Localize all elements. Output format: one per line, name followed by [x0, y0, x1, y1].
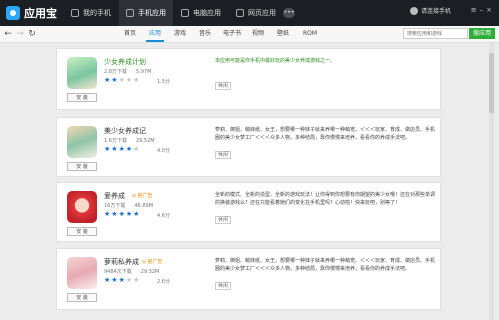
rating-stars: ★★★★★: [104, 276, 140, 284]
app-icon[interactable]: [67, 191, 97, 223]
app-size: 29.32M: [140, 269, 160, 275]
subtab-music[interactable]: 音乐: [199, 26, 211, 42]
star-icon: ★: [133, 210, 141, 218]
rating-stars: ★★★★★: [104, 76, 140, 84]
app-stats: 2.8万下载 5.97M: [104, 68, 160, 75]
rating-score: 2.6分: [157, 279, 170, 285]
app-stats: 16万下载 46.89M: [104, 202, 162, 209]
app-description: 全新的模式、全新的造型、全新的游戏玩法！让你得到你想要有你期望的美少女哦！还在对…: [215, 192, 436, 206]
subtab-home[interactable]: 首页: [124, 26, 136, 42]
star-icon: ★: [118, 210, 126, 218]
app-card[interactable]: 安 装 萝莉私养成 官广告 9484次下载 29.32M ★★★★★ 2.6分 萝…: [56, 248, 441, 310]
logo-text: 应用宝: [24, 7, 57, 20]
tab-label: 我的手机: [83, 9, 111, 17]
app-icon[interactable]: [67, 257, 97, 289]
refresh-icon[interactable]: ↻: [26, 28, 38, 40]
app-size: 5.97M: [135, 69, 152, 75]
ad-badge: 官广告: [132, 192, 152, 199]
rating-stars: ★★★★★: [104, 210, 140, 218]
app-name[interactable]: 爱养成: [104, 191, 125, 201]
close-icon[interactable]: ×: [486, 6, 495, 14]
tab-pc-apps[interactable]: 电脑应用: [174, 0, 228, 26]
tab-phone-apps[interactable]: 手机应用: [119, 0, 173, 26]
star-icon: ★: [133, 145, 141, 153]
rating-score: 4.6分: [157, 213, 170, 219]
download-count: 9484次下载: [104, 269, 132, 275]
web-icon: [236, 9, 244, 17]
subtab-wallpaper[interactable]: 壁纸: [277, 26, 289, 42]
rating-score: 1.5分: [157, 79, 170, 85]
app-size: 29.52M: [135, 138, 155, 144]
star-icon: ★: [118, 276, 126, 284]
app-card[interactable]: 安 装 少女养成计划 2.8万下载 5.97M ★★★★★ 1.5分 本应用可能是…: [56, 48, 441, 110]
install-button[interactable]: 安 装: [67, 227, 97, 236]
avatar-icon: [410, 6, 418, 15]
scrollbar[interactable]: [489, 43, 494, 320]
star-icon: ★: [118, 145, 126, 153]
install-button[interactable]: 安 装: [67, 93, 97, 102]
rating-stars: ★★★★★: [104, 145, 140, 153]
scrollbar-thumb[interactable]: [489, 53, 494, 113]
app-stats: 1.6万下载 29.52M: [104, 137, 164, 144]
star-icon: ★: [111, 276, 119, 284]
star-icon: ★: [118, 76, 126, 84]
download-count: 2.8万下载: [104, 69, 127, 75]
subtab-rom[interactable]: ROM: [303, 26, 317, 42]
tab-label: 网页应用: [248, 9, 276, 17]
app-name[interactable]: 美少女养成记: [104, 126, 146, 136]
app-card[interactable]: 安 装 爱养成 官广告 16万下载 46.89M ★★★★★ 4.6分 全新的模式…: [56, 182, 441, 242]
phone-icon: [71, 9, 79, 17]
app-icon[interactable]: [67, 57, 97, 89]
app-name[interactable]: 少女养成计划: [104, 57, 146, 67]
star-icon: ★: [133, 276, 141, 284]
app-card[interactable]: 安 装 美少女养成记 1.6万下载 29.52M ★★★★★ 4.0分 萝莉、御姐…: [56, 117, 441, 177]
category-tag[interactable]: 休闲: [215, 216, 231, 224]
app-description: 本应用可能是你手机中最好玩的美少女养成游戏之一。: [215, 58, 336, 64]
subtab-games[interactable]: 游戏: [174, 26, 186, 42]
app-description: 萝莉、御姐、萌妹纸、女王，想要哪一种妹子就来养哪一种萌宠。＜＜＜玩家、育成、做店…: [215, 127, 436, 141]
subtab-apps[interactable]: 应用: [145, 26, 165, 42]
app-description: 萝莉、御姐、萌妹纸、女王，想要哪一种妹子就来养哪一种萌宠。＜＜＜玩家、育成、做店…: [215, 258, 436, 272]
tab-web-apps[interactable]: 网页应用: [229, 0, 283, 26]
search-button[interactable]: 搜应用: [469, 28, 495, 39]
install-button[interactable]: 安 装: [67, 162, 97, 171]
category-tag[interactable]: 休闲: [215, 151, 231, 159]
app-name[interactable]: 萝莉私养成: [104, 257, 139, 267]
search-input[interactable]: [403, 28, 468, 39]
install-button[interactable]: 安 装: [67, 293, 97, 302]
star-icon: ★: [111, 76, 119, 84]
download-count: 1.6万下载: [104, 138, 127, 144]
category-tag[interactable]: 休闲: [215, 82, 231, 90]
rating-score: 4.0分: [157, 148, 170, 154]
app-stats: 9484次下载 29.32M: [104, 268, 168, 275]
top-bar: 应用宝 我的手机 手机应用 电脑应用 网页应用 ••• 请连接手机 ≡–×: [0, 0, 499, 26]
app-logo[interactable]: 应用宝: [6, 4, 57, 22]
category-bar: ← → ↻ 首页 应用 游戏 音乐 电子书 视频 壁纸 ROM 搜应用: [0, 26, 499, 43]
back-icon[interactable]: ←: [2, 28, 14, 40]
ad-badge: 官广告: [142, 258, 162, 265]
category-tag[interactable]: 休闲: [215, 282, 231, 290]
more-badge[interactable]: •••: [283, 8, 295, 18]
logo-icon: [6, 6, 20, 20]
tab-label: 手机应用: [138, 9, 166, 17]
subtab-ebooks[interactable]: 电子书: [223, 26, 241, 42]
window-controls: ≡–×: [471, 6, 495, 14]
connect-phone[interactable]: 请连接手机: [410, 6, 451, 15]
forward-icon[interactable]: →: [14, 28, 26, 40]
app-icon[interactable]: [67, 126, 97, 158]
tab-label: 电脑应用: [193, 9, 221, 17]
star-icon: ★: [111, 145, 119, 153]
subtab-video[interactable]: 视频: [252, 26, 264, 42]
download-count: 16万下载: [104, 203, 126, 209]
connect-label: 请连接手机: [421, 8, 452, 15]
menu-icon[interactable]: ≡: [471, 6, 480, 14]
star-icon: ★: [133, 76, 141, 84]
app-size: 46.89M: [134, 203, 154, 209]
star-icon: ★: [111, 210, 119, 218]
apps-icon: [126, 9, 134, 17]
tab-my-phone[interactable]: 我的手机: [64, 0, 118, 26]
monitor-icon: [181, 9, 189, 17]
